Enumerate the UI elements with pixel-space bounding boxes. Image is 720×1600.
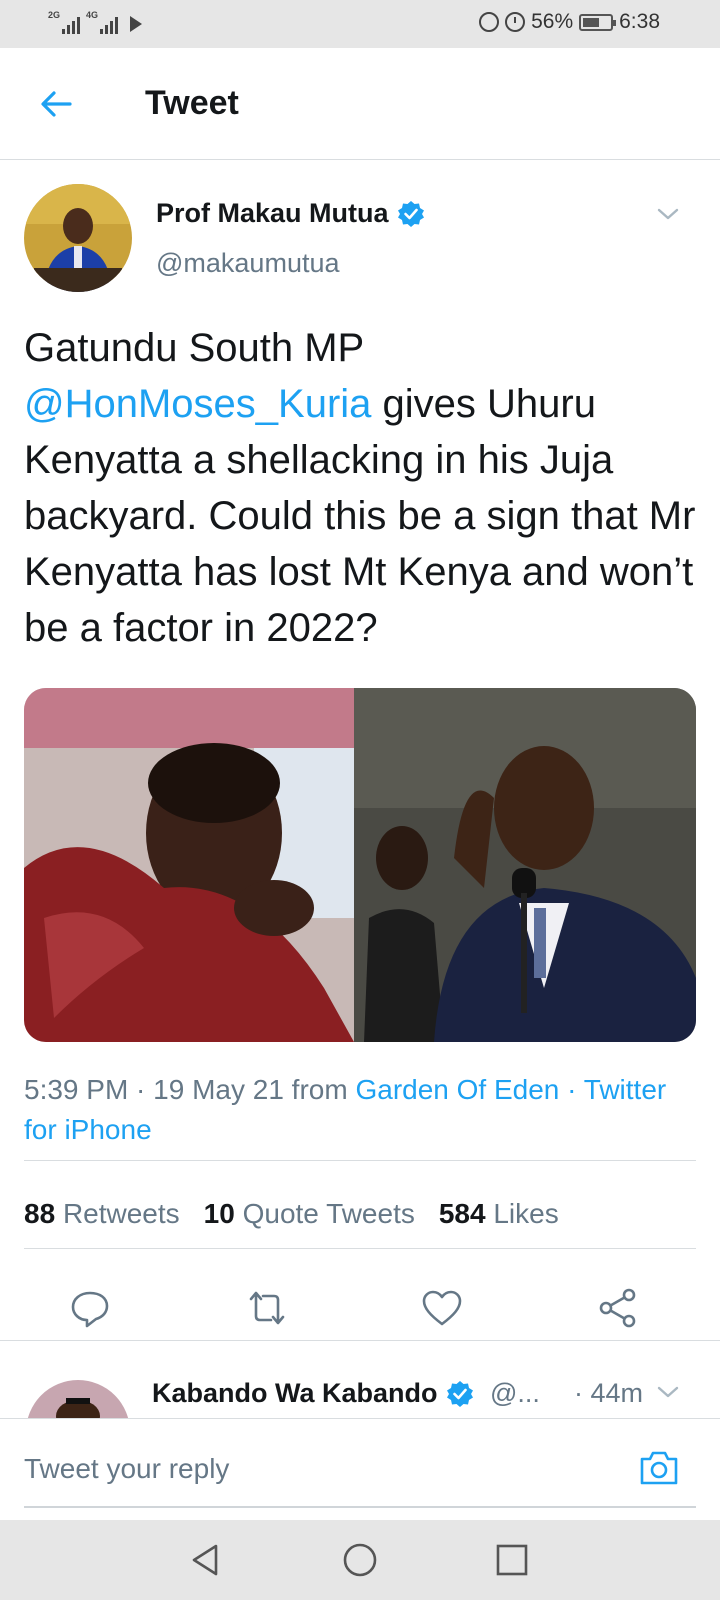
chevron-down-icon[interactable]: [656, 1380, 680, 1404]
tweet-text-part-1: Gatundu South MP: [24, 326, 364, 370]
reply-time: · 44m: [574, 1378, 644, 1408]
quote-tweets-stat[interactable]: 10 Quote Tweets: [204, 1198, 415, 1230]
status-bar: 2G 4G 56% 6:38: [0, 0, 720, 48]
media-play-icon: [130, 16, 142, 32]
verified-badge-icon: [446, 1380, 473, 1407]
section-divider: [0, 1340, 720, 1341]
system-nav-bar: [0, 1520, 720, 1600]
page-title: Tweet: [145, 84, 239, 122]
meta-separator: ·: [559, 1074, 584, 1105]
battery-icon: [579, 13, 617, 31]
tweet-media-image[interactable]: [24, 688, 696, 1042]
status-right: 56% 6:38: [479, 10, 660, 34]
reply-item[interactable]: Kabando Wa Kabando @... · 44m: [0, 1358, 720, 1418]
divider: [24, 1160, 696, 1161]
reply-input[interactable]: [24, 1447, 604, 1491]
location-link[interactable]: Garden Of Eden: [355, 1074, 559, 1105]
likes-stat[interactable]: 584 Likes: [439, 1198, 559, 1230]
tweet-meta: 5:39 PM · 19 May 21 from Garden Of Eden …: [24, 1070, 704, 1150]
mention-link[interactable]: @HonMoses_Kuria: [24, 382, 371, 426]
like-icon[interactable]: [420, 1286, 464, 1330]
reply-avatar[interactable]: [26, 1380, 130, 1418]
divider: [24, 1248, 696, 1249]
retweets-count: 88: [24, 1198, 56, 1229]
compose-underline: [24, 1506, 696, 1508]
reply-icon[interactable]: [68, 1286, 112, 1330]
camera-icon[interactable]: [638, 1447, 680, 1489]
tweet-stats: 88 Retweets 10 Quote Tweets 584 Likes: [24, 1198, 559, 1230]
retweet-icon[interactable]: [245, 1286, 289, 1330]
network-type-label: 2G: [48, 10, 61, 20]
author-name-text[interactable]: Prof Makau Mutua: [156, 198, 389, 229]
nav-home-icon[interactable]: [340, 1540, 380, 1580]
likes-count: 584: [438, 1198, 486, 1229]
quotes-label: Quote Tweets: [242, 1198, 415, 1229]
alarm-icon: [505, 12, 526, 32]
chevron-down-icon[interactable]: [656, 202, 680, 226]
reply-author-handle[interactable]: @...: [490, 1378, 540, 1409]
author-avatar[interactable]: [24, 184, 132, 292]
reply-compose-bar: [0, 1418, 720, 1518]
likes-label: Likes: [493, 1198, 559, 1229]
retweets-stat[interactable]: 88 Retweets: [24, 1198, 180, 1230]
signal-icon-2: 4G: [86, 10, 118, 34]
network-type-label-2: 4G: [86, 10, 99, 20]
share-icon[interactable]: [596, 1286, 640, 1330]
author-handle[interactable]: @makaumutua: [156, 248, 340, 279]
quotes-count: 10: [203, 1198, 235, 1229]
reply-author-name-text[interactable]: Kabando Wa Kabando: [152, 1378, 438, 1409]
signal-icon: 2G: [48, 10, 80, 34]
tweet-timestamp: 5:39 PM · 19 May 21 from: [24, 1074, 356, 1105]
verified-badge-icon: [397, 200, 424, 227]
status-left: 2G 4G: [48, 10, 142, 34]
nav-back-icon[interactable]: [186, 1540, 226, 1580]
nav-recents-icon[interactable]: [492, 1540, 532, 1580]
status-time: 6:38: [619, 10, 660, 33]
retweets-label: Retweets: [62, 1198, 180, 1229]
tweet-text: Gatundu South MP @HonMoses_Kuria gives U…: [24, 320, 700, 656]
app-header: Tweet: [0, 48, 720, 160]
data-saver-icon: [479, 12, 500, 32]
back-arrow-icon[interactable]: [36, 84, 76, 124]
battery-percent: 56%: [531, 10, 574, 33]
reply-author-name[interactable]: Kabando Wa Kabando: [152, 1378, 474, 1409]
author-name[interactable]: Prof Makau Mutua: [156, 198, 425, 229]
